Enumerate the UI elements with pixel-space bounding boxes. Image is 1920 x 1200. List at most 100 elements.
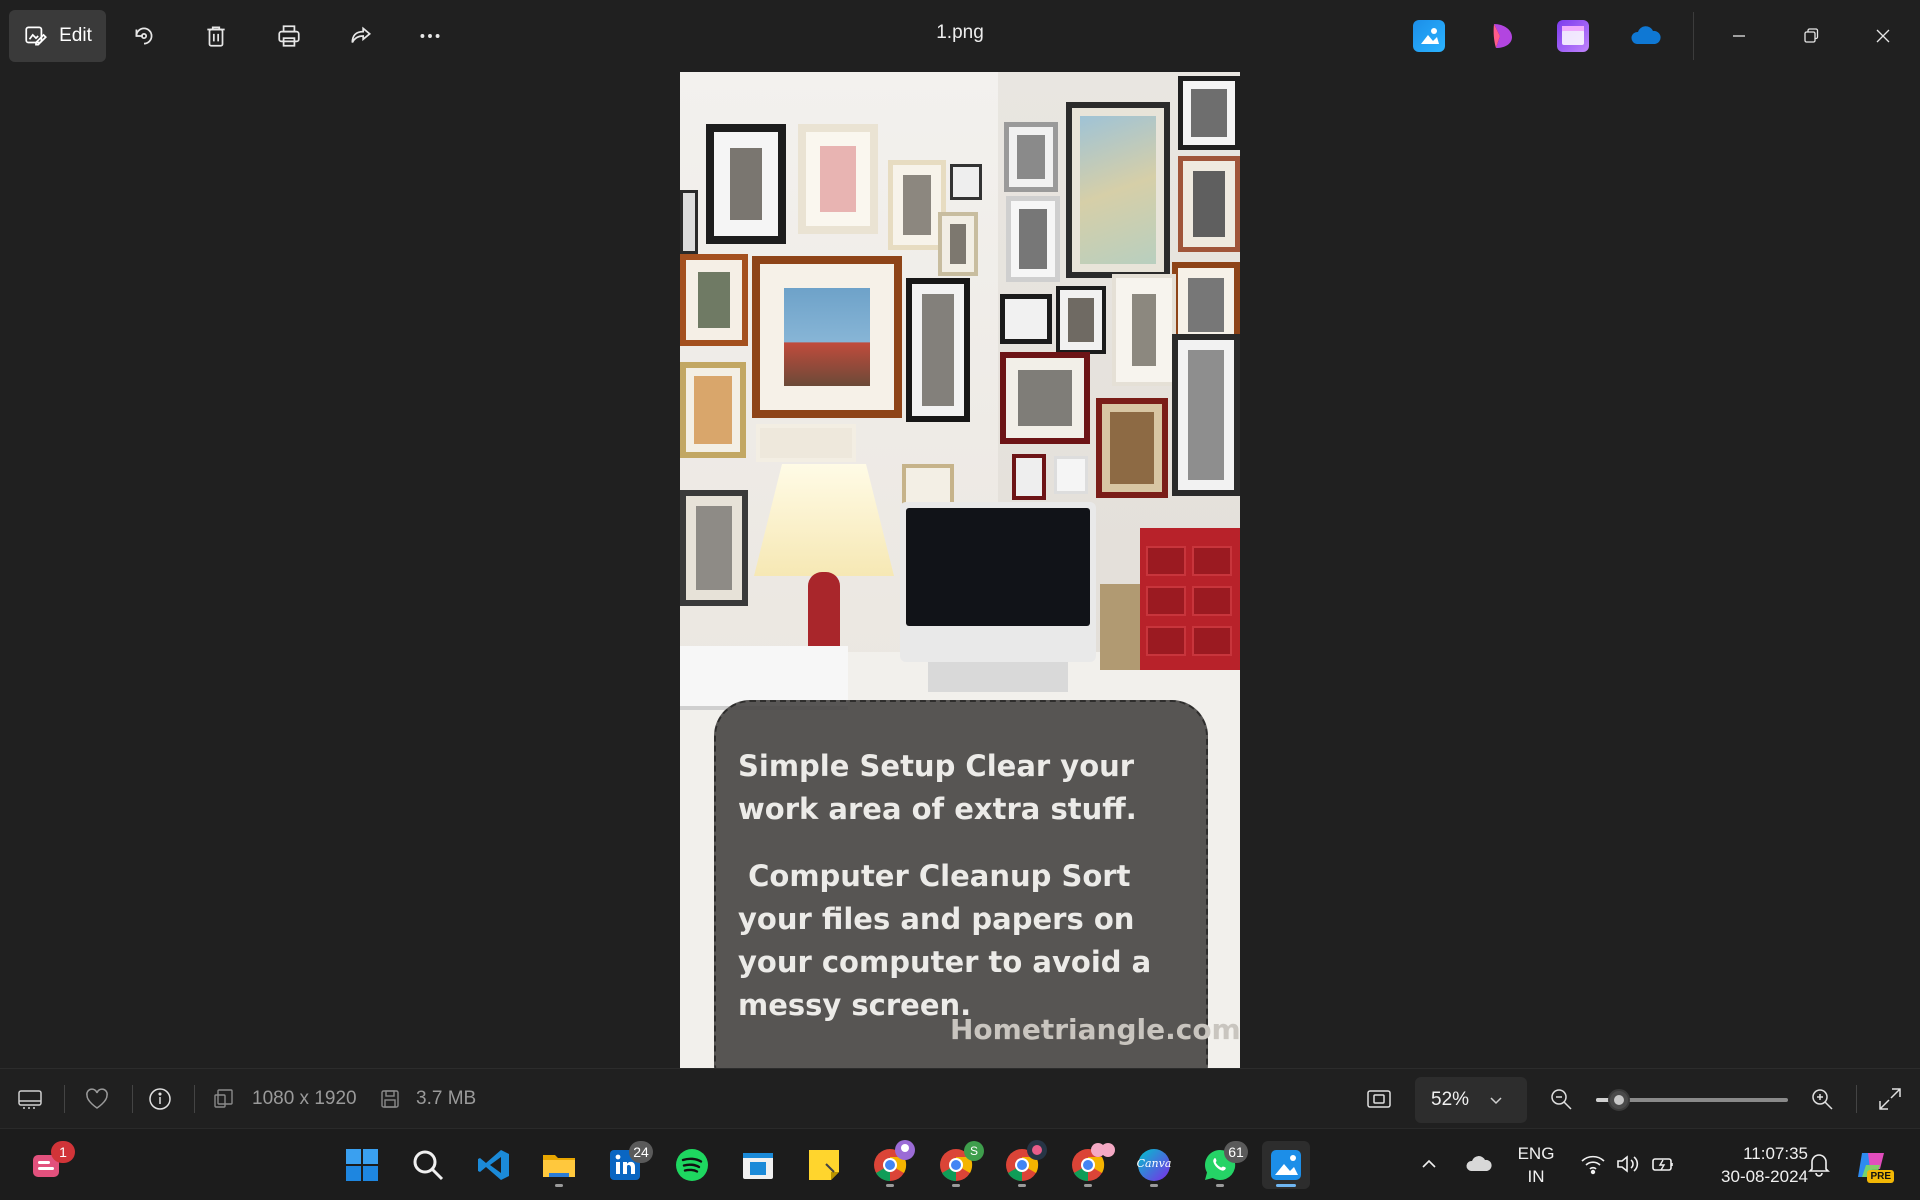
canva-wordmark: Canva [1136,1157,1172,1170]
lamp-base [808,572,840,652]
zoom-in-icon[interactable] [1809,1086,1835,1112]
info-separator [1856,1085,1857,1113]
filmstrip-icon[interactable] [17,1086,43,1112]
folder-icon [543,1155,575,1177]
picture-frame [1006,196,1060,282]
picture-frame [680,362,746,458]
monitor-stand [928,662,1068,692]
picture-frame [1004,122,1058,192]
resolution-icon [214,1089,233,1108]
taskbar-file-explorer[interactable] [535,1141,583,1189]
zoom-level-dropdown[interactable]: 52% [1415,1077,1527,1123]
taskbar-chrome-profile-3[interactable] [998,1140,1047,1189]
info-separator [132,1085,133,1113]
edit-button[interactable]: Edit [9,10,106,62]
restore-button[interactable] [1781,14,1841,58]
overlay-paragraph-cleanup: Computer Cleanup Sort your files and pap… [738,859,1162,1022]
delete-button[interactable] [190,10,242,62]
taskbar-photos[interactable] [1262,1141,1310,1189]
active-indicator [1276,1184,1296,1187]
clock[interactable]: 11:07:35 30-08-2024 [1688,1142,1808,1188]
picture-frame [1096,398,1168,498]
windows-taskbar: 1 24 S Canva 61 ENG IN 11:07:35 30-08-20… [0,1128,1920,1200]
wifi-icon[interactable] [1580,1151,1606,1177]
photos-app-icon[interactable] [1413,20,1445,52]
rotate-button[interactable] [118,10,170,62]
minimize-button[interactable] [1709,14,1769,58]
taskbar-search-button[interactable] [404,1141,452,1189]
linkedin-badge: 24 [629,1141,653,1163]
taskbar-canva[interactable]: Canva [1130,1141,1178,1189]
toolbar-separator [1693,12,1694,60]
cabinet-drawer [1146,586,1186,616]
taskbar-store[interactable] [734,1141,782,1189]
picture-frame [1056,286,1106,354]
taskbar-start-button[interactable] [338,1141,386,1189]
overlay-paragraph-setup: Simple Setup Clear your work area of ext… [738,749,1137,826]
restore-icon [1804,28,1819,43]
notification-bell-icon[interactable] [1806,1151,1832,1177]
picture-frame [680,254,748,346]
fit-to-window-icon[interactable] [1366,1086,1392,1112]
profile-letter-badge: S [964,1141,984,1161]
fullscreen-expand-icon[interactable] [1877,1086,1903,1112]
running-indicator [1084,1184,1092,1187]
edit-image-icon [25,26,48,46]
favorite-heart-icon[interactable] [84,1086,110,1112]
more-options-button[interactable] [404,10,456,62]
taskbar-notification-app[interactable]: 1 [23,1141,75,1189]
taskbar-chrome-profile-2[interactable]: S [932,1141,984,1189]
taskbar-chrome-profile-4[interactable] [1064,1141,1115,1189]
rotate-icon [135,27,153,45]
photos-icon [1271,1150,1301,1180]
desktop-monitor [900,502,1096,662]
image-canvas[interactable]: Simple Setup Clear your work area of ext… [680,72,1240,1068]
picture-frame [1178,76,1240,150]
taskbar-chrome-profile-1[interactable] [866,1140,915,1189]
file-size: 3.7 MB [416,1088,477,1109]
running-indicator [952,1184,960,1187]
info-separator [194,1085,195,1113]
clipchamp-app-icon[interactable] [1557,20,1589,52]
minimize-icon [1733,35,1745,37]
language-indicator[interactable]: ENG IN [1508,1142,1564,1188]
onedrive-app-icon[interactable] [1629,20,1661,52]
designer-app-icon[interactable] [1486,20,1518,52]
battery-charging-icon[interactable] [1650,1151,1676,1177]
zoom-slider-thumb[interactable] [1608,1089,1631,1111]
spotify-icon [676,1149,708,1181]
volume-icon[interactable] [1614,1151,1640,1177]
info-icon[interactable] [147,1086,173,1112]
trash-icon [207,26,225,47]
more-icon [420,34,440,38]
clock-time: 11:07:35 [1743,1144,1808,1163]
picture-frame [950,164,982,200]
notification-badge: 1 [51,1141,75,1163]
monitor-screen [906,508,1090,626]
close-button[interactable] [1853,14,1913,58]
taskbar-linkedin[interactable]: 24 [601,1141,653,1189]
picture-frame [1054,456,1088,494]
language-region: IN [1527,1167,1545,1186]
store-icon [743,1153,773,1179]
taskbar-whatsapp[interactable]: 61 [1196,1141,1248,1189]
taskbar-sticky-notes[interactable] [800,1141,848,1189]
whatsapp-badge: 61 [1224,1141,1248,1163]
taskbar-vscode[interactable] [470,1141,518,1189]
onedrive-cloud-icon[interactable] [1465,1151,1493,1177]
vscode-icon [478,1150,509,1180]
zoom-out-icon[interactable] [1548,1086,1574,1112]
picture-frame [1112,274,1176,386]
picture-frame [798,124,878,234]
windows-logo-icon [346,1149,378,1181]
running-indicator [1150,1184,1158,1187]
chevron-up-icon[interactable] [1418,1153,1440,1175]
profile-avatar-icon [895,1140,915,1160]
picture-frame [1000,294,1052,344]
cabinet-drawer [1146,626,1186,656]
picture-frame [906,278,970,422]
share-button[interactable] [335,10,387,62]
print-button[interactable] [263,10,315,62]
taskbar-spotify[interactable] [668,1141,716,1189]
taskbar-copilot[interactable]: PRE [1850,1141,1894,1189]
